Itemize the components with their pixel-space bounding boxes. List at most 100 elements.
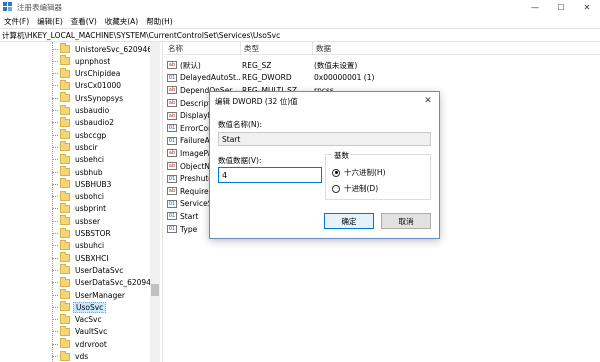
base-group-label: 基数 [332,150,351,161]
list-row[interactable]: 01 DelayedAutoSt... REG_DWORD 0x00000001 (1… [165,72,600,85]
string-value-icon: ab [167,149,177,158]
folder-icon [60,116,70,127]
tree-branch-line [52,171,58,173]
tree-item[interactable]: UrsCx01000 [52,79,123,92]
radio-dec-indicator[interactable] [332,184,340,193]
tree-item[interactable]: usbehci [52,153,106,166]
column-header-name[interactable]: 名称 [165,42,241,54]
tree-item[interactable]: USBXHCI [52,252,111,264]
tree-item[interactable]: VacSvc [52,313,104,326]
column-header-type[interactable]: 类型 [241,42,313,54]
minimize-button[interactable]: — [522,0,548,14]
tree-branch-line [52,208,58,210]
radio-hex[interactable]: 十六进制(H) [332,167,386,178]
tree-item[interactable]: usbohci [52,190,106,203]
value-data-label: 数值数据(V): [218,156,262,165]
cancel-button[interactable]: 取消 [381,213,431,229]
tree-item[interactable]: usbhub [52,166,105,178]
value-type-cell: REG_SZ [242,60,272,70]
folder-icon [60,350,70,361]
tree-item-label: usbohci [75,192,104,202]
folder-icon [60,289,70,299]
window-controls: — ☐ ✕ [522,0,600,14]
tree-item[interactable]: UserManager [52,289,127,301]
tree-item[interactable]: usbser [52,215,102,227]
tree-item[interactable]: USBSTOR [52,227,113,240]
tree-branch-line [52,269,58,271]
list-row[interactable]: ab (默认) REG_SZ (数值未设置) [165,59,600,72]
column-header-data[interactable]: 数据 [313,42,600,54]
folder-icon [60,202,70,213]
tree-scrollbar[interactable] [150,42,160,362]
value-data-input[interactable]: 4 [218,167,322,183]
radio-hex-indicator[interactable] [332,168,340,177]
tree-item[interactable]: upnphost [52,55,112,67]
address-bar[interactable]: 计算机\HKEY_LOCAL_MACHINE\SYSTEM\CurrentCon… [0,28,600,42]
binary-value-icon: 01 [167,225,177,234]
binary-value-icon: 01 [167,199,177,208]
tree-item-label: USBXHCI [75,253,109,263]
tree-item[interactable]: UsoSvc [52,301,107,313]
close-window-button[interactable]: ✕ [574,0,600,14]
tree-branch-line [52,110,58,111]
value-name-cell: (默认) [180,60,201,70]
menu-favorites[interactable]: 收藏夹(A) [101,16,142,27]
maximize-button[interactable]: ☐ [548,0,574,14]
registry-tree[interactable]: UnistoreSvc_6209465 upnphost UrsChipidea Ur… [0,42,162,362]
tree-branch-line [52,159,58,161]
radio-dec-label: 十进制(D) [344,184,379,193]
value-name-text: Start [222,134,241,144]
tree-item[interactable]: vds [52,350,90,362]
tree-branch-line [52,85,58,87]
tree-item-label: usbcir [75,142,98,152]
window-title: 注册表编辑器 [17,2,62,12]
tree-item-label: usbehci [75,155,104,165]
tree-branch-line [52,306,58,308]
tree-item[interactable]: vdrvroot [52,338,109,350]
tree-item[interactable]: UnistoreSvc_6209465 [52,43,159,55]
folder-icon [60,301,70,312]
menu-edit[interactable]: 编辑(E) [33,16,67,27]
tree-item[interactable]: usbcir [52,141,100,153]
tree-item-label: UserDataSvc_6209465 [75,278,161,288]
tree-item[interactable]: usbuhci [52,239,106,252]
tree-item-label: upnphost [75,56,111,66]
dialog-close-icon[interactable]: ✕ [421,94,435,108]
menu-view[interactable]: 查看(V) [67,16,101,27]
tree-item-label: USBHUB3 [75,179,112,189]
tree-item[interactable]: usbprint [52,202,108,215]
menu-help[interactable]: 帮助(H) [142,16,177,27]
tree-item[interactable]: UserDataSvc_6209465 [52,276,162,289]
tree-item-label: UrsSynopsys [75,93,124,103]
binary-value-icon: 01 [167,136,177,145]
tree-branch-line [52,60,58,62]
title-bar: 注册表编辑器 — ☐ ✕ [0,0,600,14]
radio-dec[interactable]: 十进制(D) [332,183,378,194]
tree-item[interactable]: usbccgp [52,129,108,141]
tree-item-label: USBSTOR [75,229,111,238]
tree-branch-line [52,331,58,333]
folder-icon [60,166,70,176]
tree-branch-line [52,319,58,321]
binary-value-icon: 01 [167,212,177,221]
tree-branch-line [52,220,58,222]
folder-icon [60,325,70,336]
tree-branch-line [52,257,58,259]
tree-branch-line [52,97,58,99]
tree-item[interactable]: VaultSvc [52,325,109,338]
edit-dword-dialog: 编辑 DWORD (32 位)值 ✕ 数值名称(N): Start 数值数据(V… [209,91,440,239]
menu-file[interactable]: 文件(F) [0,16,33,27]
tree-item[interactable]: UrsChipidea [52,67,122,80]
tree-branch-line [52,233,58,234]
tree-item[interactable]: USBHUB3 [52,178,113,190]
tree-item[interactable]: usbaudio2 [52,116,116,129]
folder-icon [60,190,70,201]
folder-icon [60,239,70,250]
tree-item[interactable]: UserDataSvc [52,264,125,276]
tree-scrollbar-thumb[interactable] [151,284,159,296]
tree-item[interactable]: UrsSynopsys [52,92,125,104]
folder-icon [60,227,70,238]
tree-item[interactable]: usbaudio [52,104,111,117]
ok-button[interactable]: 确定 [324,213,374,229]
address-path: 计算机\HKEY_LOCAL_MACHINE\SYSTEM\CurrentCon… [2,30,281,40]
